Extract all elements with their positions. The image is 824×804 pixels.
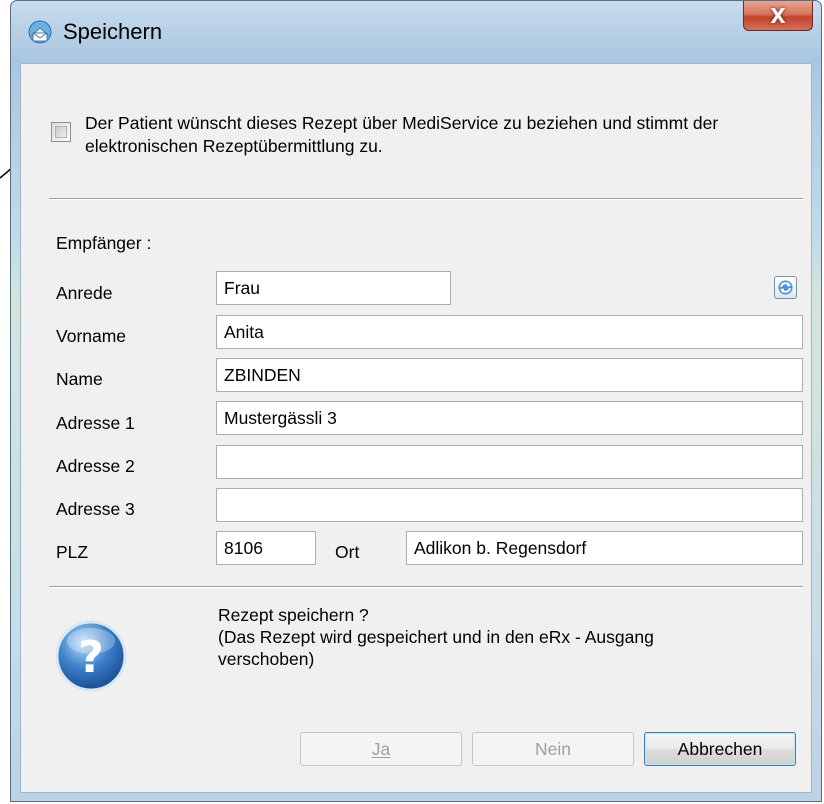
plz-label: PLZ — [56, 542, 89, 562]
consent-label[interactable]: Der Patient wünscht dieses Rezept über M… — [85, 112, 815, 158]
anrede-label: Anrede — [56, 283, 113, 303]
nein-label: Nein — [535, 738, 571, 759]
svg-text:?: ? — [78, 632, 104, 683]
vorname-label: Vorname — [56, 326, 127, 346]
adresse1-field[interactable]: Mustergässli 3 — [216, 401, 803, 435]
question-icon: ? — [55, 620, 127, 692]
name-label: Name — [56, 369, 103, 389]
abbrechen-label: Abbrechen — [677, 738, 763, 759]
adresse3-field[interactable] — [216, 488, 803, 522]
close-button[interactable]: X — [743, 1, 813, 31]
abbrechen-button[interactable]: Abbrechen — [644, 732, 796, 766]
title-bar[interactable]: Speichern X — [11, 1, 821, 63]
ja-button[interactable]: Ja — [300, 732, 462, 766]
plz-field[interactable]: 8106 — [216, 531, 316, 565]
adresse2-label: Adresse 2 — [56, 456, 135, 476]
consent-checkbox[interactable] — [51, 122, 71, 142]
ort-label: Ort — [335, 542, 360, 562]
consent-label-line2: elektronischen Rezeptübermittlung zu. — [85, 136, 383, 156]
nein-button[interactable]: Nein — [472, 732, 634, 766]
adresse1-label: Adresse 1 — [56, 413, 135, 433]
name-field[interactable]: ZBINDEN — [216, 358, 803, 392]
ja-label: Ja — [371, 738, 391, 759]
vorname-field[interactable]: Anita — [216, 315, 803, 349]
anrede-field[interactable]: Frau — [216, 271, 451, 305]
consent-label-line1: Der Patient wünscht dieses Rezept über M… — [85, 113, 719, 133]
envelope-globe-icon — [28, 20, 52, 44]
message-line2: (Das Rezept wird gespeichert und in den … — [218, 627, 654, 647]
separator-top — [49, 198, 803, 200]
save-dialog: Speichern X Der Patient wünscht dieses R… — [10, 0, 822, 802]
window-title: Speichern — [63, 19, 163, 44]
separator-bottom — [49, 586, 803, 588]
adresse2-field[interactable] — [216, 445, 803, 479]
dialog-body: Der Patient wünscht dieses Rezept über M… — [20, 63, 812, 793]
recipient-heading: Empfänger : — [56, 233, 152, 253]
close-icon: X — [770, 3, 786, 28]
refresh-icon — [778, 280, 793, 295]
message-line3: verschoben) — [218, 649, 315, 669]
message-line1: Rezept speichern ? — [218, 605, 369, 625]
refresh-button[interactable] — [774, 276, 797, 299]
confirm-message: Rezept speichern ? (Das Rezept wird gesp… — [218, 604, 778, 670]
ort-field[interactable]: Adlikon b. Regensdorf — [406, 531, 803, 565]
adresse3-label: Adresse 3 — [56, 499, 135, 519]
